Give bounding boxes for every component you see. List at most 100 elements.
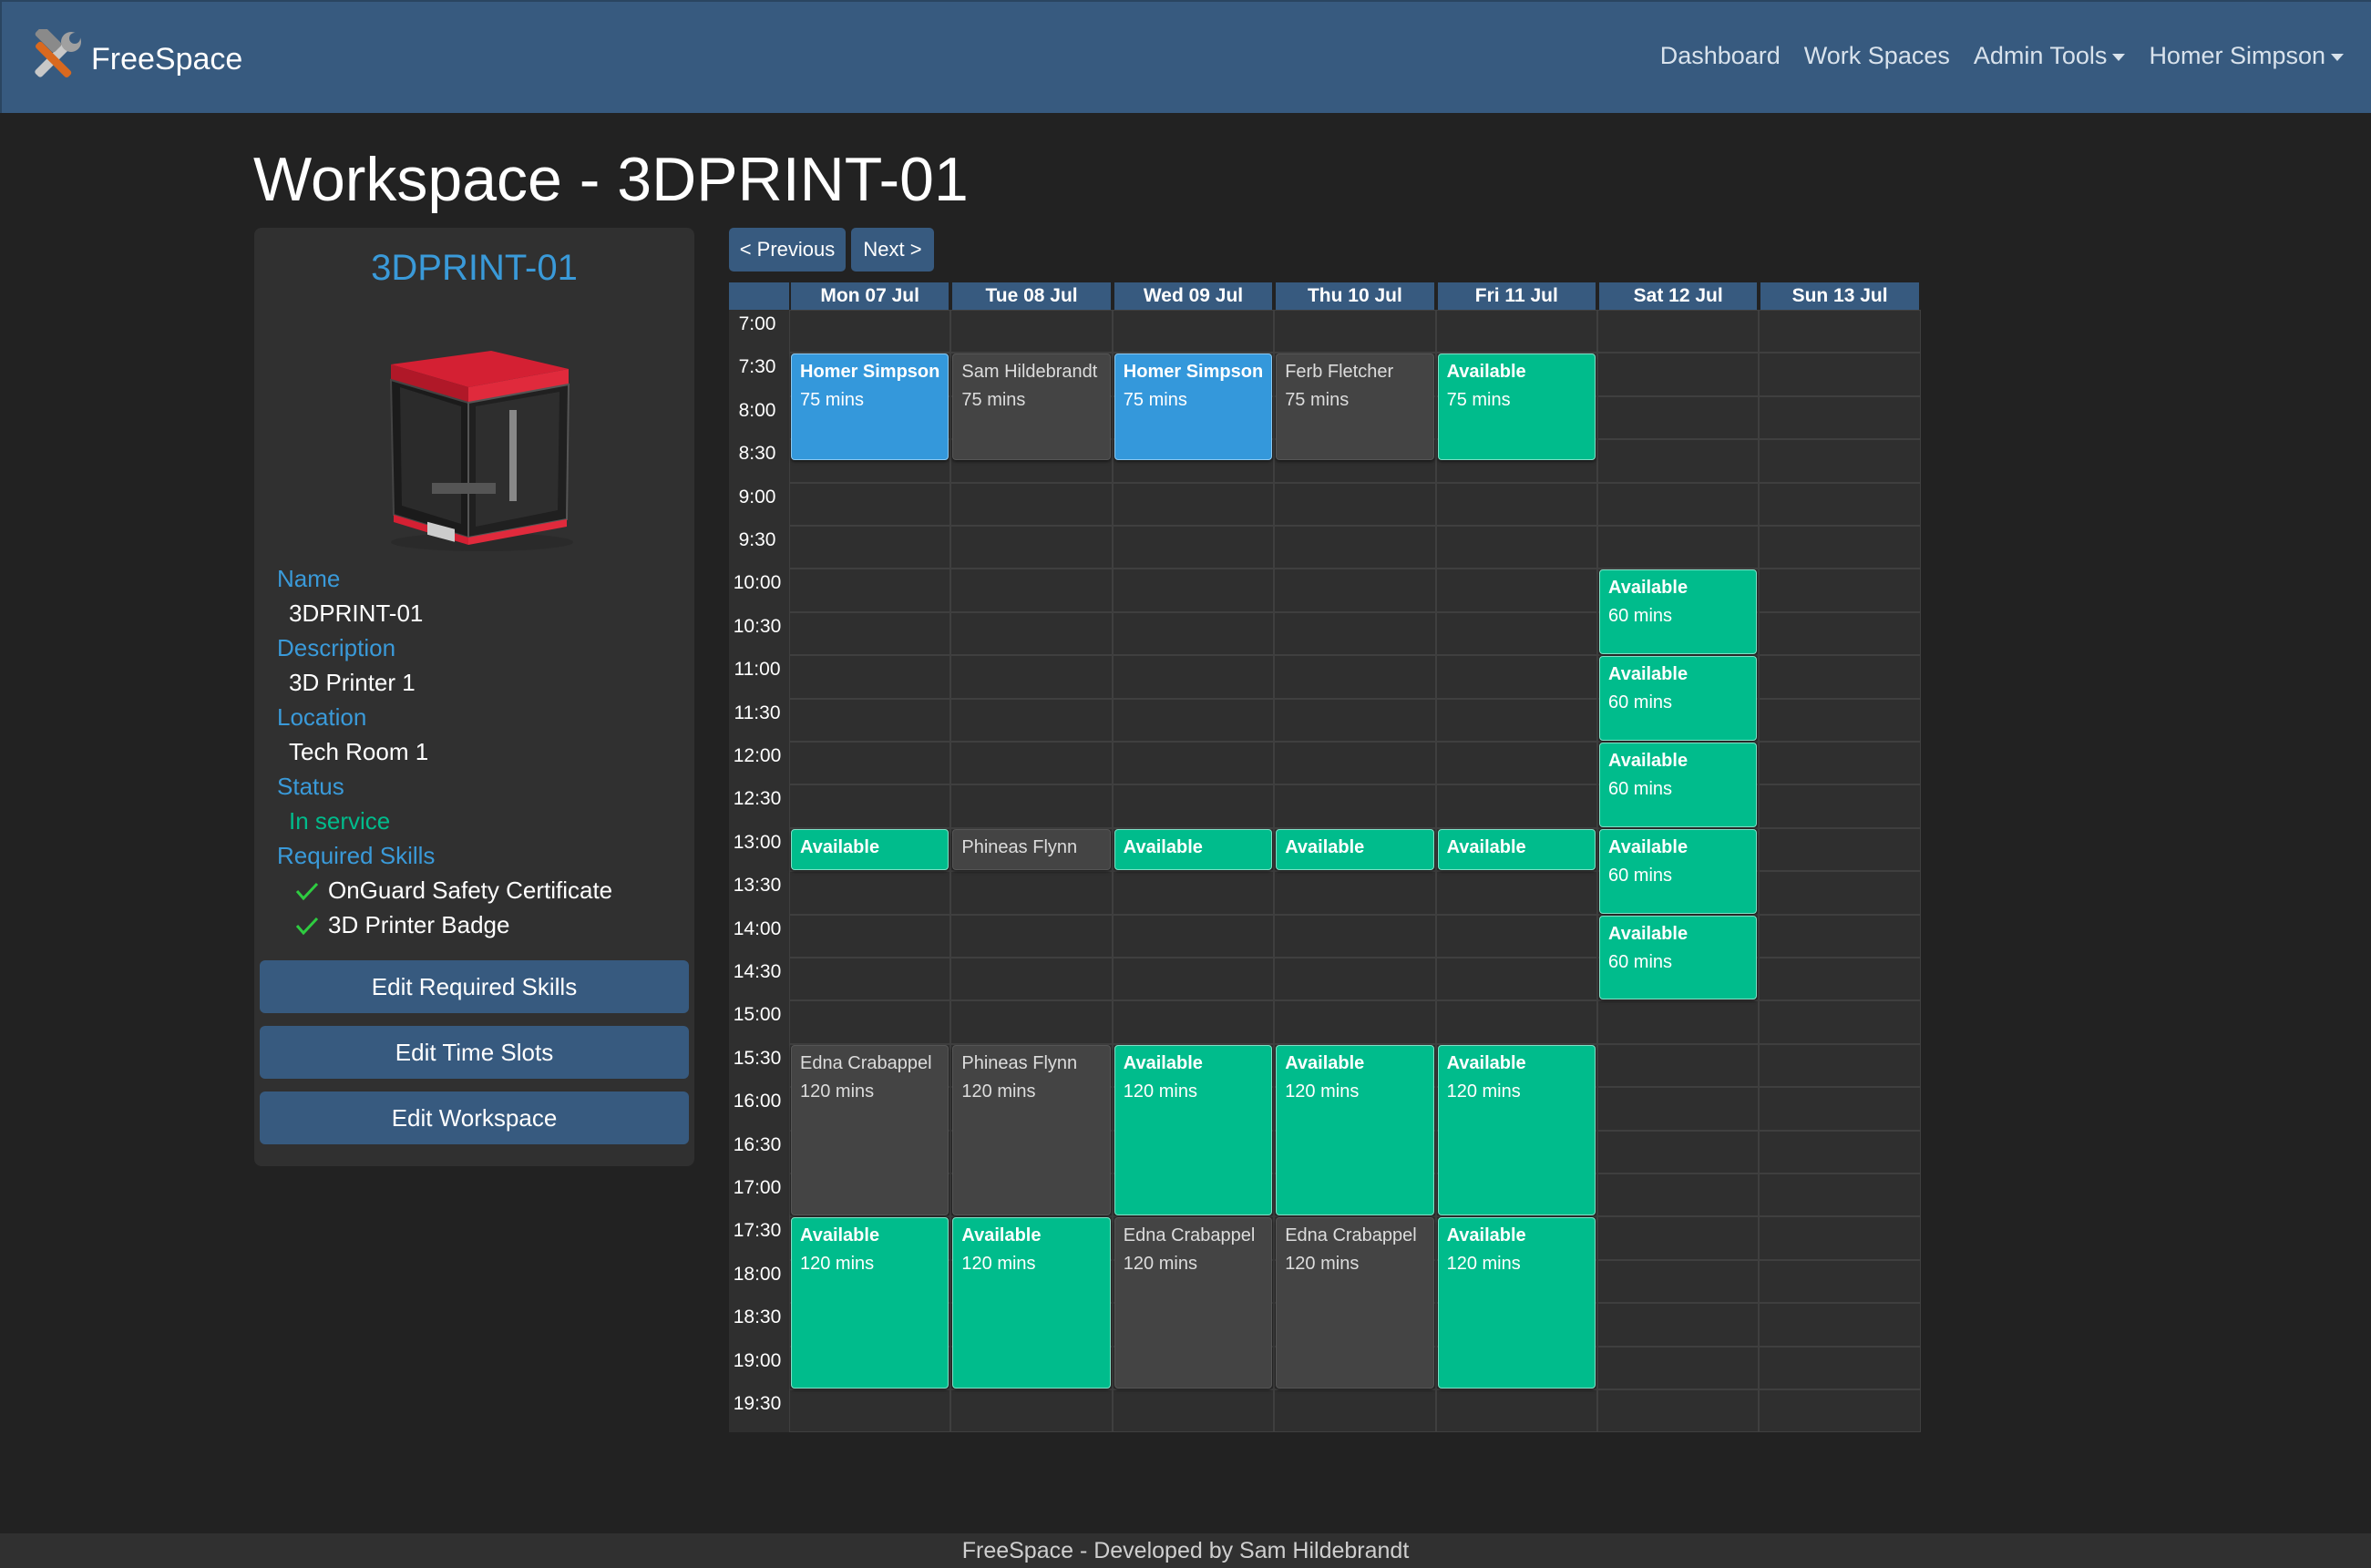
time-slot-cell[interactable] (1435, 611, 1597, 656)
time-slot-cell[interactable] (1274, 742, 1436, 785)
time-slot-cell[interactable] (1274, 784, 1436, 828)
booking-slot[interactable]: Available 75 mins (1437, 354, 1596, 460)
time-slot-cell[interactable] (1759, 1346, 1921, 1389)
time-slot-cell[interactable] (950, 958, 1113, 1001)
time-slot-cell[interactable] (1435, 1000, 1597, 1044)
time-slot-cell[interactable] (1597, 1259, 1760, 1304)
time-slot-cell[interactable] (1112, 655, 1275, 699)
time-slot-cell[interactable] (1759, 1216, 1921, 1260)
time-slot-cell[interactable] (1759, 1000, 1921, 1044)
time-slot-cell[interactable] (1112, 742, 1275, 785)
time-slot-cell[interactable] (789, 655, 951, 699)
booking-slot[interactable]: Phineas Flynn (952, 828, 1111, 871)
time-slot-cell[interactable] (1435, 526, 1597, 569)
time-slot-cell[interactable] (1597, 439, 1760, 483)
time-slot-cell[interactable] (1435, 569, 1597, 612)
time-slot-cell[interactable] (1112, 958, 1275, 1001)
time-slot-cell[interactable] (950, 914, 1113, 958)
booking-slot[interactable]: Available (1437, 828, 1596, 871)
booking-slot[interactable]: Available (1276, 828, 1434, 871)
time-slot-cell[interactable] (1597, 1087, 1760, 1131)
time-slot-cell[interactable] (950, 1000, 1113, 1044)
time-slot-cell[interactable] (1435, 871, 1597, 915)
time-slot-cell[interactable] (1759, 439, 1921, 483)
time-slot-cell[interactable] (1112, 914, 1275, 958)
time-slot-cell[interactable] (1274, 655, 1436, 699)
time-slot-cell[interactable] (1274, 310, 1436, 354)
time-slot-cell[interactable] (1597, 1043, 1760, 1088)
time-slot-cell[interactable] (1435, 784, 1597, 828)
booking-slot[interactable]: Edna Crabappel 120 mins (1114, 1217, 1273, 1389)
time-slot-cell[interactable] (789, 698, 951, 742)
nav-admin-tools[interactable]: Admin Tools (1974, 42, 2126, 70)
booking-slot[interactable]: Ferb Fletcher 75 mins (1276, 354, 1434, 460)
time-slot-cell[interactable] (1759, 482, 1921, 526)
time-slot-cell[interactable] (950, 482, 1113, 526)
time-slot-cell[interactable] (1274, 526, 1436, 569)
time-slot-cell[interactable] (1597, 1303, 1760, 1347)
time-slot-cell[interactable] (1759, 958, 1921, 1001)
time-slot-cell[interactable] (1759, 353, 1921, 396)
time-slot-cell[interactable] (1759, 569, 1921, 612)
time-slot-cell[interactable] (1597, 482, 1760, 526)
time-slot-cell[interactable] (1597, 1000, 1760, 1044)
time-slot-cell[interactable] (1435, 698, 1597, 742)
time-slot-cell[interactable] (1274, 1000, 1436, 1044)
time-slot-cell[interactable] (1112, 482, 1275, 526)
booking-slot[interactable]: Available (791, 828, 949, 871)
time-slot-cell[interactable] (1112, 1389, 1275, 1433)
time-slot-cell[interactable] (1274, 698, 1436, 742)
booking-slot[interactable]: Available 120 mins (1437, 1044, 1596, 1216)
nav-user-menu[interactable]: Homer Simpson (2149, 42, 2344, 70)
time-slot-cell[interactable] (789, 742, 951, 785)
time-slot-cell[interactable] (1435, 914, 1597, 958)
time-slot-cell[interactable] (1597, 353, 1760, 396)
time-slot-cell[interactable] (950, 698, 1113, 742)
time-slot-cell[interactable] (1435, 1389, 1597, 1433)
time-slot-cell[interactable] (1597, 526, 1760, 569)
time-slot-cell[interactable] (1112, 569, 1275, 612)
time-slot-cell[interactable] (1112, 526, 1275, 569)
booking-slot[interactable]: Available 120 mins (1276, 1044, 1434, 1216)
booking-slot[interactable]: Available 60 mins (1599, 569, 1758, 655)
time-slot-cell[interactable] (1759, 1303, 1921, 1347)
time-slot-cell[interactable] (1759, 1130, 1921, 1173)
time-slot-cell[interactable] (1759, 310, 1921, 354)
time-slot-cell[interactable] (1759, 655, 1921, 699)
booking-slot[interactable]: Phineas Flynn 120 mins (952, 1044, 1111, 1216)
time-slot-cell[interactable] (789, 526, 951, 569)
next-week-button[interactable]: Next > (851, 228, 934, 272)
time-slot-cell[interactable] (1759, 784, 1921, 828)
time-slot-cell[interactable] (950, 310, 1113, 354)
time-slot-cell[interactable] (789, 310, 951, 354)
booking-slot[interactable]: Available 60 mins (1599, 656, 1758, 741)
booking-slot[interactable]: Edna Crabappel 120 mins (791, 1044, 949, 1216)
nav-dashboard[interactable]: Dashboard (1660, 42, 1781, 70)
time-slot-cell[interactable] (950, 611, 1113, 656)
time-slot-cell[interactable] (950, 526, 1113, 569)
booking-slot[interactable]: Available 60 mins (1599, 743, 1758, 827)
booking-slot[interactable]: Available 120 mins (952, 1217, 1111, 1389)
time-slot-cell[interactable] (950, 871, 1113, 915)
time-slot-cell[interactable] (1274, 914, 1436, 958)
time-slot-cell[interactable] (1759, 1087, 1921, 1131)
time-slot-cell[interactable] (1759, 1389, 1921, 1433)
edit-required-skills-button[interactable]: Edit Required Skills (260, 960, 689, 1013)
time-slot-cell[interactable] (1759, 1043, 1921, 1088)
time-slot-cell[interactable] (1759, 526, 1921, 569)
time-slot-cell[interactable] (789, 569, 951, 612)
booking-slot[interactable]: Homer Simpson 75 mins (1114, 354, 1273, 460)
time-slot-cell[interactable] (1435, 655, 1597, 699)
time-slot-cell[interactable] (789, 784, 951, 828)
booking-slot[interactable]: Sam Hildebrandt 75 mins (952, 354, 1111, 460)
booking-slot[interactable]: Homer Simpson 75 mins (791, 354, 949, 460)
time-slot-cell[interactable] (1274, 1389, 1436, 1433)
time-slot-cell[interactable] (1597, 1389, 1760, 1433)
previous-week-button[interactable]: < Previous (729, 228, 846, 272)
edit-time-slots-button[interactable]: Edit Time Slots (260, 1026, 689, 1079)
time-slot-cell[interactable] (1597, 1130, 1760, 1173)
time-slot-cell[interactable] (789, 1389, 951, 1433)
time-slot-cell[interactable] (1435, 742, 1597, 785)
brand[interactable]: FreeSpace (22, 26, 242, 90)
time-slot-cell[interactable] (1597, 395, 1760, 440)
